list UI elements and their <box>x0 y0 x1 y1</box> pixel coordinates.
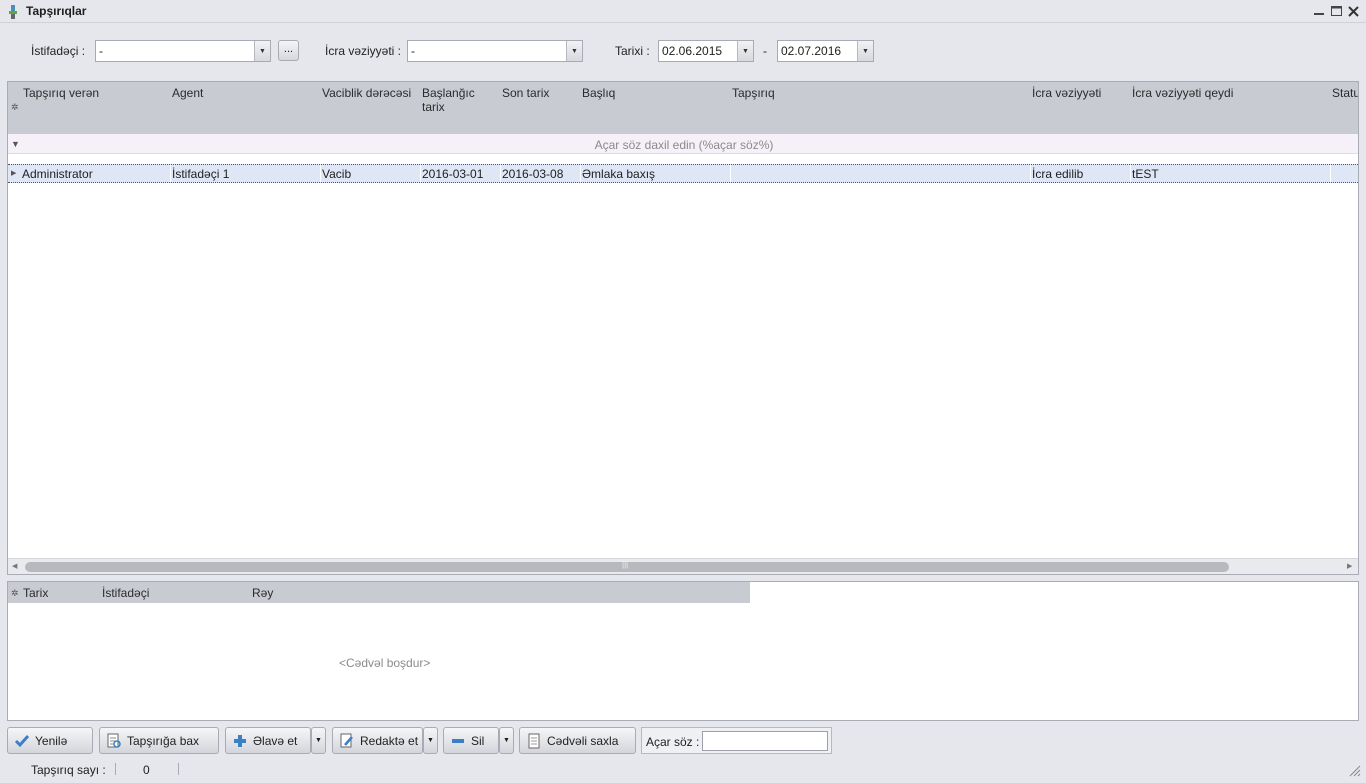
refresh-button-label: Yenilə <box>35 733 68 748</box>
chevron-down-icon[interactable]: ▼ <box>254 41 270 61</box>
save-table-button-label: Cədvəli saxla <box>547 733 619 748</box>
view-task-button[interactable]: Tapşırığa bax <box>99 727 219 754</box>
grid-header: ✲ Tapşırıq verən Agent Vaciblik dərəcəsi… <box>8 82 1358 134</box>
checkmark-icon <box>14 734 30 747</box>
view-task-button-label: Tapşırığa bax <box>127 733 200 748</box>
column-chooser-icon[interactable]: ✲ <box>11 102 19 113</box>
column-header-start-date[interactable]: Başlanğıc tarix <box>422 86 492 114</box>
status-separator <box>178 763 179 775</box>
row-indicator-icon: ▶ <box>11 170 17 177</box>
status-filter-combo[interactable]: - ▼ <box>407 40 583 62</box>
column-header-task[interactable]: Tapşırıq <box>732 86 775 100</box>
maximize-button[interactable] <box>1328 3 1344 19</box>
add-button[interactable]: Əlavə et <box>225 727 311 754</box>
app-icon <box>9 5 17 19</box>
document-view-icon <box>107 733 121 748</box>
date-from-value: 02.06.2015 <box>662 44 723 58</box>
chevron-down-icon[interactable]: ▼ <box>566 41 582 61</box>
delete-dropdown-button[interactable]: ▼ <box>499 727 514 754</box>
title-bar: Tapşırıqlar <box>0 0 1366 23</box>
column-header-title[interactable]: Başlıq <box>582 86 615 100</box>
plus-icon <box>234 734 246 747</box>
auto-filter-placeholder: Açar söz daxil edin (%açar söz%) <box>594 138 774 152</box>
minimize-button[interactable] <box>1311 3 1327 19</box>
column-header-exec-status[interactable]: İcra vəziyyəti <box>1032 86 1101 100</box>
chevron-down-icon: ▼ <box>503 737 510 744</box>
comments-grid[interactable]: ✲ Tarix İstifadəçi Rəy <Cədvəl boşdur> <box>7 581 1359 721</box>
date-to-value: 02.07.2016 <box>781 44 842 58</box>
user-filter-label: İstifadəçi : <box>31 44 86 58</box>
user-browse-button[interactable]: ... <box>278 40 299 61</box>
date-from-picker[interactable]: 02.06.2015 ▼ <box>658 40 754 62</box>
column-header-exec-note[interactable]: İcra vəziyyəti qeydi <box>1132 86 1233 100</box>
edit-dropdown-button[interactable]: ▼ <box>423 727 438 754</box>
window-title: Tapşırıqlar <box>26 4 87 18</box>
search-input[interactable] <box>702 731 828 751</box>
column-header-status[interactable]: Statu <box>1332 86 1358 100</box>
cell-agent[interactable]: İstifadəçi 1 <box>172 167 229 181</box>
column-header-priority[interactable]: Vaciblik dərəcəsi <box>322 86 411 100</box>
user-filter-value: - <box>99 44 103 58</box>
resize-grip-icon[interactable] <box>1348 764 1361 777</box>
cell-priority[interactable]: Vacib <box>322 167 351 181</box>
refresh-button[interactable]: Yenilə <box>7 727 93 754</box>
save-table-button[interactable]: Cədvəli saxla <box>519 727 636 754</box>
column-header-agent[interactable]: Agent <box>172 86 203 100</box>
cell-title[interactable]: Əmlaka baxış <box>582 167 655 181</box>
auto-filter-row[interactable]: ▼ Açar söz daxil edin (%açar söz%) <box>8 134 1358 154</box>
status-filter-label: İcra vəziyyəti : <box>325 44 402 58</box>
delete-button-label: Sil <box>471 733 485 748</box>
scrollbar-thumb[interactable]: ||| <box>25 560 1229 572</box>
cell-end-date[interactable]: 2016-03-08 <box>502 167 563 181</box>
comments-grid-header: ✲ Tarix İstifadəçi Rəy <box>8 582 750 603</box>
empty-table-message: <Cədvəl boşdur> <box>339 656 431 670</box>
tasks-grid[interactable]: ✲ Tapşırıq verən Agent Vaciblik dərəcəsi… <box>7 81 1359 575</box>
search-label: Açar söz : <box>646 735 700 749</box>
delete-button[interactable]: Sil <box>443 727 499 754</box>
save-document-icon <box>528 733 540 748</box>
chevron-down-icon[interactable]: ▼ <box>737 41 753 61</box>
status-filter-value: - <box>411 44 415 58</box>
scroll-right-icon[interactable]: ▶ <box>1347 562 1352 570</box>
column-chooser-icon[interactable]: ✲ <box>11 588 19 599</box>
chevron-down-icon: ▼ <box>315 737 322 744</box>
chevron-down-icon[interactable]: ▼ <box>857 41 873 61</box>
scroll-left-icon[interactable]: ◀ <box>12 562 17 570</box>
maximize-icon <box>1330 6 1342 16</box>
date-to-picker[interactable]: 02.07.2016 ▼ <box>777 40 874 62</box>
minimize-icon <box>1314 13 1324 15</box>
column-header-date[interactable]: Tarix <box>23 586 48 600</box>
date-filter-label: Tarixi : <box>615 44 650 58</box>
minus-icon <box>452 738 464 743</box>
user-filter-combo[interactable]: - ▼ <box>95 40 271 62</box>
column-header-end-date[interactable]: Son tarix <box>502 86 549 100</box>
column-header-user[interactable]: İstifadəçi <box>102 586 149 600</box>
task-count-label: Tapşırıq sayı : <box>31 763 106 777</box>
column-header-giver[interactable]: Tapşırıq verən <box>23 86 99 100</box>
search-group: Açar söz : <box>641 727 832 754</box>
cell-exec-status[interactable]: İcra edilib <box>1032 167 1083 181</box>
close-button[interactable] <box>1345 3 1361 19</box>
task-count-value: 0 <box>143 763 150 777</box>
edit-button-label: Redaktə et <box>360 733 419 748</box>
edit-document-icon <box>340 733 353 747</box>
cell-exec-note[interactable]: tEST <box>1132 167 1159 181</box>
add-button-label: Əlavə et <box>253 733 298 748</box>
edit-button[interactable]: Redaktə et <box>332 727 423 754</box>
grip-icon: ||| <box>622 560 629 569</box>
cell-start-date[interactable]: 2016-03-01 <box>422 167 483 181</box>
horizontal-scrollbar[interactable]: ◀ ||| ▶ <box>8 558 1358 574</box>
column-header-comment[interactable]: Rəy <box>252 586 273 600</box>
status-separator <box>115 763 116 775</box>
table-row[interactable]: ▶ Administrator İstifadəçi 1 Vacib 2016-… <box>8 164 1358 183</box>
add-dropdown-button[interactable]: ▼ <box>311 727 326 754</box>
chevron-down-icon: ▼ <box>427 737 434 744</box>
cell-giver[interactable]: Administrator <box>22 167 93 181</box>
close-icon <box>1347 5 1359 17</box>
date-separator: - <box>763 44 767 58</box>
